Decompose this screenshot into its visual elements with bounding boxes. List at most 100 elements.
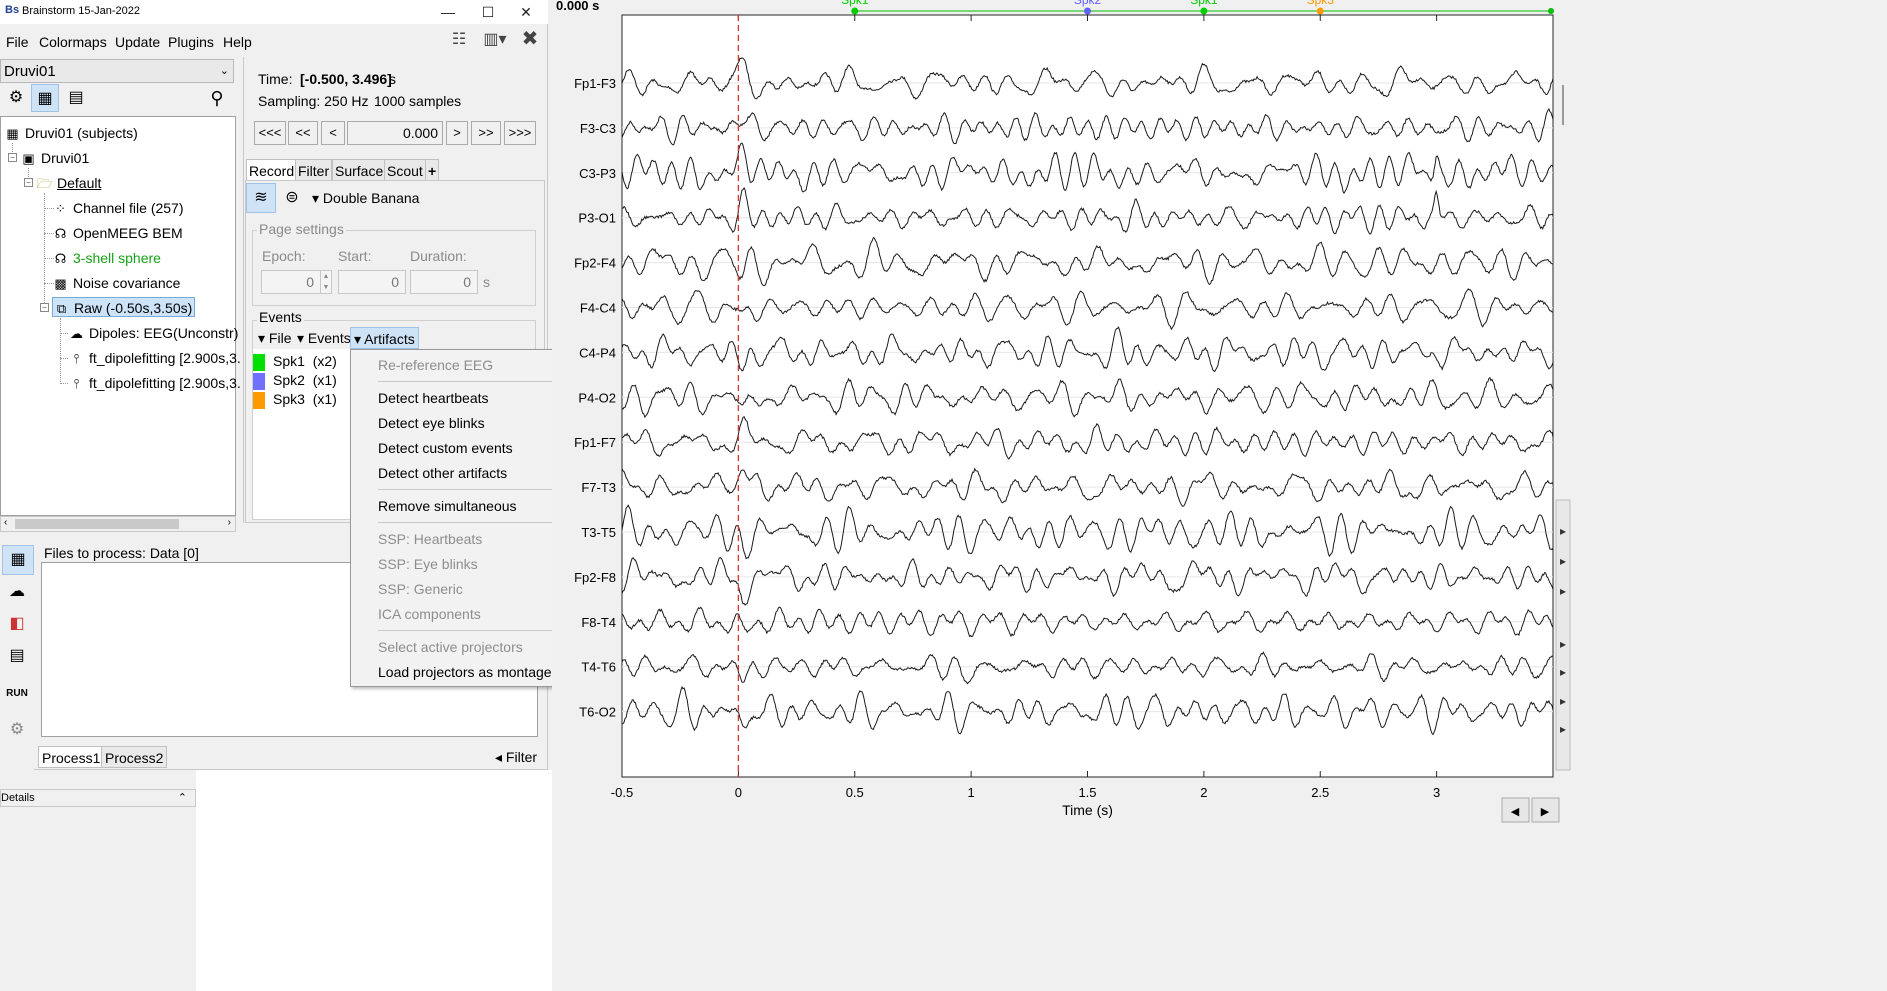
tab-add[interactable]: + <box>425 159 440 181</box>
tab-process2[interactable]: Process2 <box>101 746 168 768</box>
menu-colormaps[interactable]: Colormaps <box>39 34 107 50</box>
duration-unit: s <box>483 274 490 290</box>
epoch-spinner[interactable]: ▲ ▼ <box>320 270 332 294</box>
epoch-input[interactable]: 0 <box>261 270 321 294</box>
side-toolbar-button[interactable]: ▸ <box>1560 554 1566 568</box>
x-tick-label: 1.5 <box>1078 785 1096 800</box>
montage-name: Double Banana <box>322 190 420 206</box>
menu-item-detect-eye-blinks[interactable]: Detect eye blinks <box>378 411 485 435</box>
nav-prev-page-button[interactable]: << <box>288 121 318 145</box>
close-button[interactable]: ✕ <box>506 0 546 24</box>
window-layout-icon[interactable]: ▥▾ <box>478 29 512 51</box>
montage-selector[interactable]: ▾ Double Banana <box>312 190 419 207</box>
side-toolbar-button[interactable]: ▸ <box>1560 694 1566 708</box>
event-marker[interactable] <box>1084 7 1091 15</box>
scroll-right-icon[interactable]: › <box>228 517 231 528</box>
display-mode-icon[interactable]: ≋ <box>246 183 276 213</box>
montage-options-icon[interactable]: ⊜ <box>278 184 306 212</box>
list-item[interactable]: Spk3 (x1) <box>253 390 353 409</box>
nav-last-button[interactable]: >>> <box>504 121 536 145</box>
plot-area[interactable] <box>621 14 1554 778</box>
tab-record[interactable]: Record <box>246 159 298 181</box>
tree-item-dipolefit-1[interactable]: ⫯ ft_dipolefitting [2.900s,3. <box>68 348 241 368</box>
tree-subject[interactable]: ▣ Druvi01 <box>20 148 89 168</box>
list-item[interactable]: Spk1 (x2) <box>253 352 353 371</box>
menu-item-detect-custom-events[interactable]: Detect custom events <box>378 436 513 460</box>
list-item[interactable]: Spk2 (x1) <box>253 371 353 390</box>
start-input[interactable]: 0 <box>338 270 406 294</box>
subject-expander[interactable]: − <box>8 153 17 162</box>
side-toolbar-button[interactable]: ▸ <box>1560 637 1566 651</box>
timefreq-icon[interactable]: ◧ <box>3 610 31 638</box>
functional-data-view-icon[interactable]: ▦ <box>31 84 59 112</box>
nav-next-page-button[interactable]: >> <box>471 121 501 145</box>
chevron-up-icon[interactable]: ⌃ <box>178 790 187 806</box>
nav-first-button[interactable]: <<< <box>254 121 286 145</box>
events-file-menu[interactable]: ▾ File <box>255 327 294 349</box>
menu-item-detect-other-artifacts[interactable]: Detect other artifacts <box>378 461 507 485</box>
tab-filter[interactable]: Filter <box>295 159 333 181</box>
details-bar[interactable]: Details ⌃ <box>0 789 196 807</box>
sources-icon[interactable]: ☁ <box>3 578 31 606</box>
raw-expander[interactable]: − <box>40 303 49 312</box>
tree-item-openmeeg-bem[interactable]: ☊ OpenMEEG BEM <box>52 223 183 243</box>
tree-item-3shell-sphere[interactable]: ☊ 3-shell sphere <box>52 248 161 268</box>
event-marker[interactable] <box>1200 7 1208 15</box>
event-marker[interactable] <box>851 7 859 15</box>
search-icon[interactable]: ⚲ <box>203 84 231 112</box>
menu-separator <box>378 381 556 382</box>
menu-update[interactable]: Update <box>115 34 160 50</box>
tree-item-dipolefit-2[interactable]: ⫯ ft_dipolefitting [2.900s,3. <box>68 373 241 393</box>
condition-expander[interactable]: − <box>24 178 33 187</box>
maximize-button[interactable]: ☐ <box>468 0 508 24</box>
tree-horizontal-scrollbar[interactable]: ‹ › <box>0 516 236 532</box>
event-marker-label: Spk2 <box>1074 0 1102 7</box>
menu-item-detect-heartbeats[interactable]: Detect heartbeats <box>378 386 489 410</box>
events-events-menu[interactable]: ▾ Events <box>294 327 354 349</box>
event-marker[interactable] <box>1316 7 1324 15</box>
tree-condition[interactable]: 🗁 Default <box>36 173 101 193</box>
subject-selector[interactable]: Druvi01 ⌄ <box>0 59 234 83</box>
tree-root[interactable]: ▦ Druvi01 (subjects) <box>4 123 137 143</box>
menu-item-load-projectors-as-montages[interactable]: Load projectors as montages <box>378 660 559 684</box>
current-time-input[interactable]: 0.000 <box>347 121 443 145</box>
data-files-icon[interactable]: ▦ <box>2 545 34 575</box>
close-all-icon[interactable]: ✖ <box>517 28 543 50</box>
tree-item-channel-file[interactable]: ⁘ Channel file (257) <box>52 198 183 218</box>
event-marker-label: Spk1 <box>841 0 869 7</box>
layout-list-icon[interactable]: ☷ <box>446 29 472 51</box>
eeg-plot[interactable]: 0.000 s Spk1 Spk2 Spk1 Spk3 -0.5 0 0.5 1 1.5 2 2.5 3… <box>552 0 1887 991</box>
tree-item-noise-covariance[interactable]: ▩ Noise covariance <box>52 273 180 293</box>
brainstorm-logo-icon: Bs <box>5 4 20 16</box>
side-toolbar-button[interactable]: ▸ <box>1560 722 1566 736</box>
side-toolbar-button[interactable]: ▸ <box>1560 584 1566 598</box>
scroll-left-icon[interactable]: ‹ <box>4 517 7 528</box>
tab-process1[interactable]: Process1 <box>38 746 105 768</box>
x-tick-label: 2 <box>1200 785 1207 800</box>
duration-input[interactable]: 0 <box>410 270 478 294</box>
run-button[interactable]: RUN <box>3 680 31 708</box>
nav-next-button[interactable]: > <box>446 121 468 145</box>
side-toolbar-button[interactable]: ▸ <box>1560 524 1566 538</box>
scrollbar-thumb[interactable] <box>15 519 179 529</box>
minimize-button[interactable]: — <box>428 0 468 24</box>
tree-item-raw[interactable]: ⧉ Raw (-0.50s,3.50s) <box>52 297 196 317</box>
pipeline-icon[interactable]: ⚙ <box>3 716 31 744</box>
filter-button[interactable]: ◂ Filter <box>492 746 540 768</box>
menu-plugins[interactable]: Plugins <box>168 34 214 50</box>
page-settings-group <box>252 230 536 306</box>
anatomy-view-icon[interactable]: ⚙ <box>2 84 30 112</box>
channel-label: P3-O1 <box>578 211 616 226</box>
nav-prev-button[interactable]: < <box>321 121 345 145</box>
events-artifacts-menu[interactable]: ▾ Artifacts <box>350 327 419 349</box>
side-toolbar-button[interactable]: ▸ <box>1560 665 1566 679</box>
matrix-icon[interactable]: ▤ <box>3 642 31 670</box>
menu-item-remove-simultaneous[interactable]: Remove simultaneous <box>378 494 517 518</box>
tree-item-dipoles[interactable]: ☁ Dipoles: EEG(Unconstr) <box>68 323 238 343</box>
tab-surface[interactable]: Surface <box>332 159 387 181</box>
tab-scout[interactable]: Scout <box>384 159 426 181</box>
menu-item-re-reference-eeg: Re-reference EEG <box>378 357 494 373</box>
study-view-icon[interactable]: ▤ <box>62 84 90 112</box>
menu-file[interactable]: File <box>6 34 29 50</box>
menu-help[interactable]: Help <box>223 34 252 50</box>
